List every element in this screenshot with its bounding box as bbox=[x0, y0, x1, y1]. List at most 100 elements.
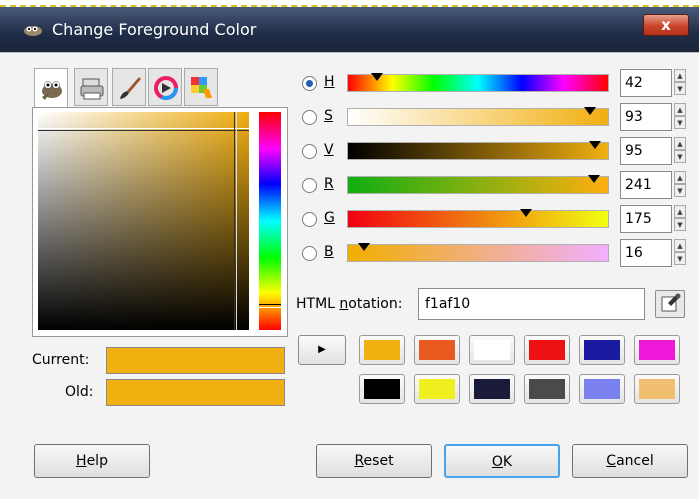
ok-button[interactable]: OK bbox=[444, 444, 560, 478]
history-swatch[interactable] bbox=[469, 374, 515, 404]
help-button[interactable]: Help bbox=[34, 444, 150, 478]
tab-watercolor[interactable] bbox=[112, 68, 146, 106]
html-label-prefix: HTML bbox=[296, 296, 340, 312]
spin-h[interactable]: 42 bbox=[620, 69, 672, 97]
radio-g[interactable] bbox=[302, 212, 317, 227]
history-swatch-color bbox=[474, 340, 510, 360]
down-arrow-icon[interactable]: ▼ bbox=[674, 150, 686, 163]
history-swatch-color bbox=[639, 340, 675, 360]
color-wheel-icon bbox=[154, 76, 178, 100]
label-v: V bbox=[324, 142, 334, 158]
history-expand-button[interactable]: ▶ bbox=[298, 335, 346, 365]
old-color-swatch[interactable] bbox=[106, 379, 285, 406]
slider-s[interactable] bbox=[347, 107, 609, 126]
tab-gimp[interactable] bbox=[34, 68, 68, 108]
close-button[interactable]: x bbox=[643, 14, 689, 36]
help-mnemonic: H bbox=[76, 453, 87, 469]
saturation-value-square[interactable] bbox=[38, 112, 249, 330]
color-picker-button[interactable] bbox=[655, 290, 685, 318]
slider-h[interactable] bbox=[347, 73, 609, 92]
history-swatch[interactable] bbox=[414, 374, 460, 404]
ok-mnemonic: O bbox=[491, 454, 503, 470]
slider-b[interactable] bbox=[347, 243, 609, 262]
down-arrow-icon[interactable]: ▼ bbox=[674, 116, 686, 129]
up-arrow-icon[interactable]: ▲ bbox=[674, 171, 686, 184]
slider-v[interactable] bbox=[347, 141, 609, 160]
label-s: S bbox=[324, 108, 333, 124]
marker-g bbox=[520, 209, 533, 217]
cancel-button[interactable]: Cancel bbox=[572, 444, 688, 478]
html-notation-input[interactable]: f1af10 bbox=[418, 288, 645, 320]
history-swatch[interactable] bbox=[634, 335, 680, 365]
radio-b[interactable] bbox=[302, 246, 317, 261]
marker-h bbox=[370, 73, 383, 81]
reset-mnemonic: R bbox=[354, 453, 364, 469]
history-swatch[interactable] bbox=[579, 335, 625, 365]
history-swatch-color bbox=[584, 340, 620, 360]
spin-g[interactable]: 175 bbox=[620, 205, 672, 233]
history-swatch-color bbox=[419, 340, 455, 360]
window-title: Change Foreground Color bbox=[52, 20, 257, 39]
triangle-right-icon: ▶ bbox=[318, 344, 326, 355]
history-swatch-color bbox=[474, 379, 510, 399]
radio-h[interactable] bbox=[302, 76, 317, 91]
spin-r-arrows[interactable]: ▲ ▼ bbox=[674, 171, 686, 199]
cancel-mnemonic: C bbox=[606, 453, 617, 469]
tab-wheel[interactable] bbox=[148, 68, 182, 106]
history-swatch[interactable] bbox=[469, 335, 515, 365]
history-swatch[interactable] bbox=[524, 335, 570, 365]
gimp-wilber-icon bbox=[24, 26, 42, 36]
down-arrow-icon[interactable]: ▼ bbox=[674, 252, 686, 265]
history-swatch[interactable] bbox=[634, 374, 680, 404]
down-arrow-icon[interactable]: ▼ bbox=[674, 184, 686, 197]
reset-button[interactable]: Reset bbox=[316, 444, 432, 478]
current-label: Current: bbox=[32, 352, 90, 368]
down-arrow-icon[interactable]: ▼ bbox=[674, 82, 686, 95]
up-arrow-icon[interactable]: ▲ bbox=[674, 103, 686, 116]
up-arrow-icon[interactable]: ▲ bbox=[674, 69, 686, 82]
palette-icon bbox=[191, 77, 212, 98]
history-swatch[interactable] bbox=[359, 374, 405, 404]
spin-r[interactable]: 241 bbox=[620, 171, 672, 199]
up-arrow-icon[interactable]: ▲ bbox=[674, 137, 686, 150]
spin-b-arrows[interactable]: ▲ ▼ bbox=[674, 239, 686, 267]
spin-b[interactable]: 16 bbox=[620, 239, 672, 267]
history-swatch[interactable] bbox=[414, 335, 460, 365]
history-swatch[interactable] bbox=[524, 374, 570, 404]
html-label-mnemonic: n bbox=[339, 296, 349, 312]
radio-v[interactable] bbox=[302, 144, 317, 159]
marker-v bbox=[589, 141, 601, 149]
spin-v[interactable]: 95 bbox=[620, 137, 672, 165]
spin-s-arrows[interactable]: ▲ ▼ bbox=[674, 103, 686, 131]
cancel-label: ancel bbox=[616, 453, 654, 469]
html-label-suffix: otation: bbox=[348, 296, 403, 312]
label-b: B bbox=[324, 244, 334, 260]
history-swatch[interactable] bbox=[359, 335, 405, 365]
slider-r[interactable] bbox=[347, 175, 609, 194]
spin-g-arrows[interactable]: ▲ ▼ bbox=[674, 205, 686, 233]
spin-h-arrows[interactable]: ▲ ▼ bbox=[674, 69, 686, 97]
help-label: elp bbox=[86, 453, 108, 469]
down-arrow-icon[interactable]: ▼ bbox=[674, 218, 686, 231]
ok-label: K bbox=[502, 454, 513, 470]
label-g: G bbox=[324, 210, 335, 226]
tab-cmyk[interactable] bbox=[74, 68, 108, 106]
radio-r[interactable] bbox=[302, 178, 317, 193]
up-arrow-icon[interactable]: ▲ bbox=[674, 205, 686, 218]
tab-palette[interactable] bbox=[184, 68, 218, 106]
marker-s bbox=[583, 107, 596, 115]
slider-g[interactable] bbox=[347, 209, 609, 228]
reset-label: eset bbox=[363, 453, 394, 469]
spin-v-arrows[interactable]: ▲ ▼ bbox=[674, 137, 686, 165]
up-arrow-icon[interactable]: ▲ bbox=[674, 239, 686, 252]
spin-s[interactable]: 93 bbox=[620, 103, 672, 131]
current-color-swatch bbox=[106, 347, 285, 374]
radio-s[interactable] bbox=[302, 110, 317, 125]
history-swatch-color bbox=[639, 379, 675, 399]
history-swatch-color bbox=[529, 379, 565, 399]
hue-strip[interactable] bbox=[259, 112, 281, 330]
html-notation-label: HTML notation: bbox=[296, 296, 402, 312]
history-swatch-color bbox=[419, 379, 455, 399]
history-swatch-color bbox=[529, 340, 565, 360]
history-swatch[interactable] bbox=[579, 374, 625, 404]
